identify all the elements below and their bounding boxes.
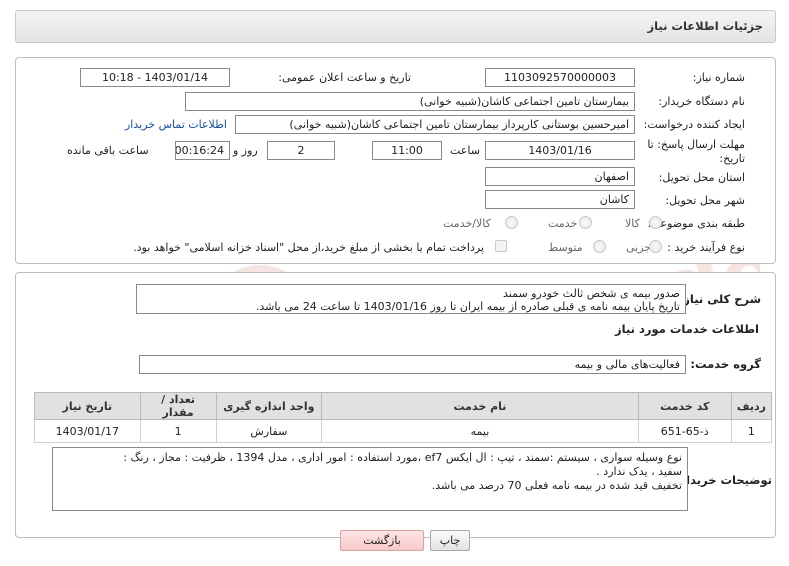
- province-label: استان محل تحویل:: [658, 171, 745, 184]
- col-need-date: تاریخ نیاز: [34, 392, 141, 420]
- cell-unit: سفارش: [215, 419, 323, 443]
- buyer-notes-label: توضیحات خریدار:: [674, 473, 772, 487]
- deadline-label: مهلت ارسال پاسخ: تا تاریخ:: [647, 138, 745, 165]
- process-option-medium: متوسط: [548, 241, 583, 254]
- buyer-org-label: نام دستگاه خریدار:: [658, 95, 745, 108]
- buyer-org-field: بیمارستان تامین اجتماعی کاشان(شبیه خوانی…: [185, 92, 635, 111]
- process-radio-minor[interactable]: [649, 240, 662, 253]
- col-service-code: کد خدمت: [637, 392, 732, 420]
- description-textarea: صدور بیمه ی شخص ثالث خودرو سمند تاریخ پا…: [136, 284, 686, 314]
- remaining-time-field: 00:16:24: [175, 141, 230, 160]
- announce-datetime-field: 1403/01/14 - 10:18: [80, 68, 230, 87]
- category-option-goods: کالا: [625, 217, 640, 230]
- table-row: 1 ذ-65-651 بیمه سفارش 1 1403/01/17: [34, 419, 773, 443]
- city-field: کاشان: [485, 190, 635, 209]
- service-group-label: گروه خدمت:: [690, 357, 761, 371]
- buyer-notes-textarea: نوع وسیله سواری ، سیستم :سمند ، تیپ : ال…: [52, 447, 688, 511]
- col-quantity: تعداد / مقدار: [139, 392, 217, 420]
- category-radio-goods-service[interactable]: [505, 216, 518, 229]
- cell-service-name: بیمه: [321, 419, 639, 443]
- deadline-time-label: ساعت: [450, 144, 480, 157]
- buyer-contact-link[interactable]: اطلاعات تماس خریدار: [125, 118, 227, 131]
- buyer-notes-line-3: تخفیف قید شده در بیمه نامه فعلی 70 درصد …: [431, 479, 682, 492]
- col-row-number: ردیف: [730, 392, 773, 420]
- process-option-minor: جزیی: [626, 241, 652, 254]
- remaining-days-field: 2: [267, 141, 335, 160]
- category-option-goods-service: کالا/خدمت: [443, 217, 491, 230]
- category-radio-service[interactable]: [579, 216, 592, 229]
- category-label: طبقه بندی موضوعی:: [647, 217, 745, 230]
- service-group-field: فعالیت‌های مالی و بیمه: [139, 355, 686, 374]
- col-service-name: نام خدمت: [321, 392, 639, 420]
- category-radio-goods[interactable]: [649, 216, 662, 229]
- page-header: جزئیات اطلاعات نیاز: [15, 10, 776, 43]
- back-button[interactable]: بازگشت: [340, 530, 424, 551]
- description-line-2: تاریخ پایان بیمه نامه ی قبلی صادره از بی…: [255, 300, 680, 313]
- deadline-date-field: 1403/01/16: [485, 141, 635, 160]
- need-number-field: 1103092570000003: [485, 68, 635, 87]
- cell-row-number: 1: [730, 419, 773, 443]
- requester-label: ایجاد کننده درخواست:: [643, 118, 745, 131]
- days-label: روز و: [233, 144, 258, 157]
- deadline-time-field: 11:00: [372, 141, 442, 160]
- buyer-notes-line-1: نوع وسیله سواری ، سیستم :سمند ، تیپ : ال…: [123, 451, 682, 464]
- services-section-title: اطلاعات خدمات مورد نیاز: [615, 322, 759, 336]
- treasury-payment-checkbox[interactable]: [495, 240, 507, 252]
- cell-service-code: ذ-65-651: [637, 419, 732, 443]
- services-table-header: ردیف کد خدمت نام خدمت واحد اندازه گیری ت…: [34, 392, 773, 420]
- treasury-payment-note: پرداخت تمام یا بخشی از مبلغ خرید،از محل …: [133, 241, 484, 254]
- announce-datetime-label: تاریخ و ساعت اعلان عمومی:: [278, 71, 411, 84]
- col-unit: واحد اندازه گیری: [215, 392, 323, 420]
- cell-need-date: 1403/01/17: [34, 419, 141, 443]
- province-field: اصفهان: [485, 167, 635, 186]
- print-button[interactable]: چاپ: [430, 530, 470, 551]
- city-label: شهر محل تحویل:: [665, 194, 745, 207]
- description-line-1: صدور بیمه ی شخص ثالث خودرو سمند: [503, 287, 680, 300]
- services-table: ردیف کد خدمت نام خدمت واحد اندازه گیری ت…: [34, 392, 773, 443]
- page-title: جزئیات اطلاعات نیاز: [647, 19, 763, 33]
- remaining-time-label: ساعت باقی مانده: [67, 144, 149, 157]
- category-option-service: خدمت: [548, 217, 578, 230]
- requester-field: امیرحسین بوستانی کارپرداز بیمارستان تامی…: [235, 115, 635, 134]
- process-radio-medium[interactable]: [593, 240, 606, 253]
- cell-quantity: 1: [139, 419, 217, 443]
- description-label: شرح کلی نیاز:: [678, 292, 761, 306]
- process-type-label: نوع فرآیند خرید :: [667, 241, 745, 254]
- buyer-notes-line-2: سفید ، یدک ندارد .: [596, 465, 682, 478]
- need-number-label: شماره نیاز:: [692, 71, 745, 84]
